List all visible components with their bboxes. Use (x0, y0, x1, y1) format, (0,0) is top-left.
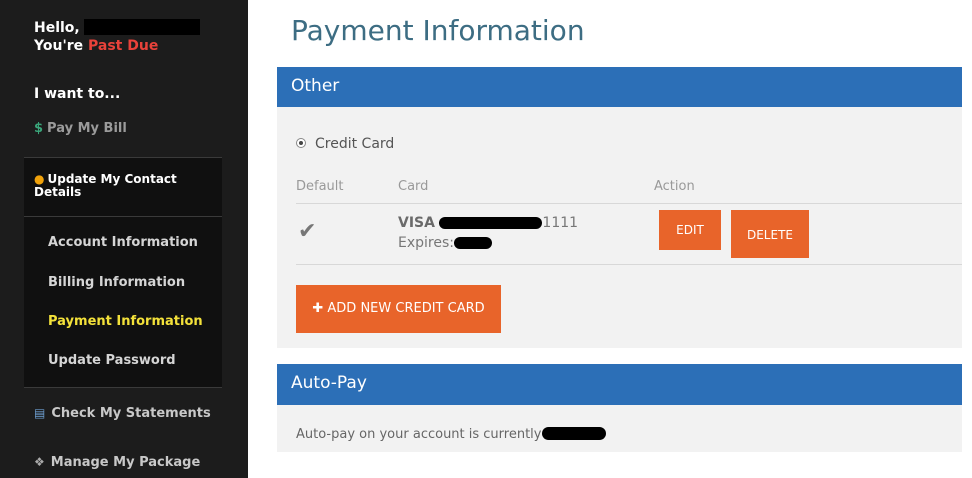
person-icon: ● (34, 172, 45, 186)
sidebar-item-account-information[interactable]: Account Information (48, 235, 198, 250)
redacted-card-number (439, 217, 543, 229)
redacted-autopay-status (541, 427, 606, 440)
redacted-expiry (453, 237, 492, 249)
card-last4: 1111 (542, 215, 579, 231)
past-due-status: Past Due (88, 38, 159, 54)
other-panel-header: Other (277, 67, 962, 107)
table-divider (296, 264, 962, 265)
check-my-statements-link[interactable]: ▤ Check My Statements (34, 406, 211, 421)
contact-details-section: ● Update My Contact Details Account Infor… (24, 158, 222, 387)
package-icon: ❖ (34, 455, 45, 469)
manage-my-package-link[interactable]: ❖ Manage My Package (34, 455, 200, 470)
page-title: Payment Information (291, 14, 585, 47)
delete-card-button[interactable]: DELETE (731, 210, 809, 258)
card-details: VISA 1111 Expires: (398, 213, 578, 253)
default-check-icon: ✔ (298, 219, 317, 244)
manage-package-label: Manage My Package (50, 455, 201, 470)
autopay-text-label: Auto-pay on your account is currently (296, 427, 542, 442)
statement-icon: ▤ (34, 406, 46, 420)
sidebar-divider (24, 216, 222, 217)
update-contact-label: Update My Contact Details (34, 172, 177, 199)
pay-my-bill-link[interactable]: $ Pay My Bill (34, 121, 127, 136)
i-want-to-heading: I want to... (34, 86, 121, 102)
credit-card-radio[interactable]: Credit Card (296, 136, 394, 152)
expires-label: Expires: (398, 235, 454, 251)
column-header-action: Action (654, 179, 695, 194)
dollar-icon: $ (34, 121, 44, 136)
pay-my-bill-label: Pay My Bill (47, 121, 127, 136)
greeting-block: Hello, You're Past Due (34, 19, 200, 55)
radio-selected-icon (296, 138, 306, 148)
edit-card-button[interactable]: EDIT (659, 210, 721, 250)
sidebar-item-payment-information[interactable]: Payment Information (48, 314, 203, 329)
sidebar-item-billing-information[interactable]: Billing Information (48, 275, 185, 290)
sidebar-divider (24, 387, 222, 388)
autopay-panel-body: Auto-pay on your account is currently (277, 405, 962, 452)
update-contact-details-link[interactable]: ● Update My Contact Details (34, 173, 214, 199)
other-panel-body: Credit Card Default Card Action ✔ VISA 1… (277, 107, 962, 348)
sidebar: Hello, You're Past Due I want to... $ Pay… (0, 0, 248, 478)
youre-text: You're (34, 38, 84, 54)
column-header-card: Card (398, 179, 429, 194)
table-divider (296, 203, 962, 204)
sidebar-item-update-password[interactable]: Update Password (48, 353, 176, 368)
column-header-default: Default (296, 179, 344, 194)
page-edge (962, 0, 972, 478)
card-brand: VISA (398, 215, 435, 231)
add-card-label: ADD NEW CREDIT CARD (327, 301, 485, 316)
plus-icon: ✚ (312, 301, 324, 316)
credit-card-radio-label: Credit Card (315, 136, 395, 152)
autopay-panel-header: Auto-Pay (277, 364, 962, 405)
add-new-credit-card-button[interactable]: ✚ ADD NEW CREDIT CARD (296, 285, 501, 333)
greeting-text: Hello, (34, 20, 80, 36)
redacted-name (83, 19, 200, 35)
autopay-status-text: Auto-pay on your account is currently (296, 427, 606, 442)
check-statements-label: Check My Statements (51, 406, 211, 421)
